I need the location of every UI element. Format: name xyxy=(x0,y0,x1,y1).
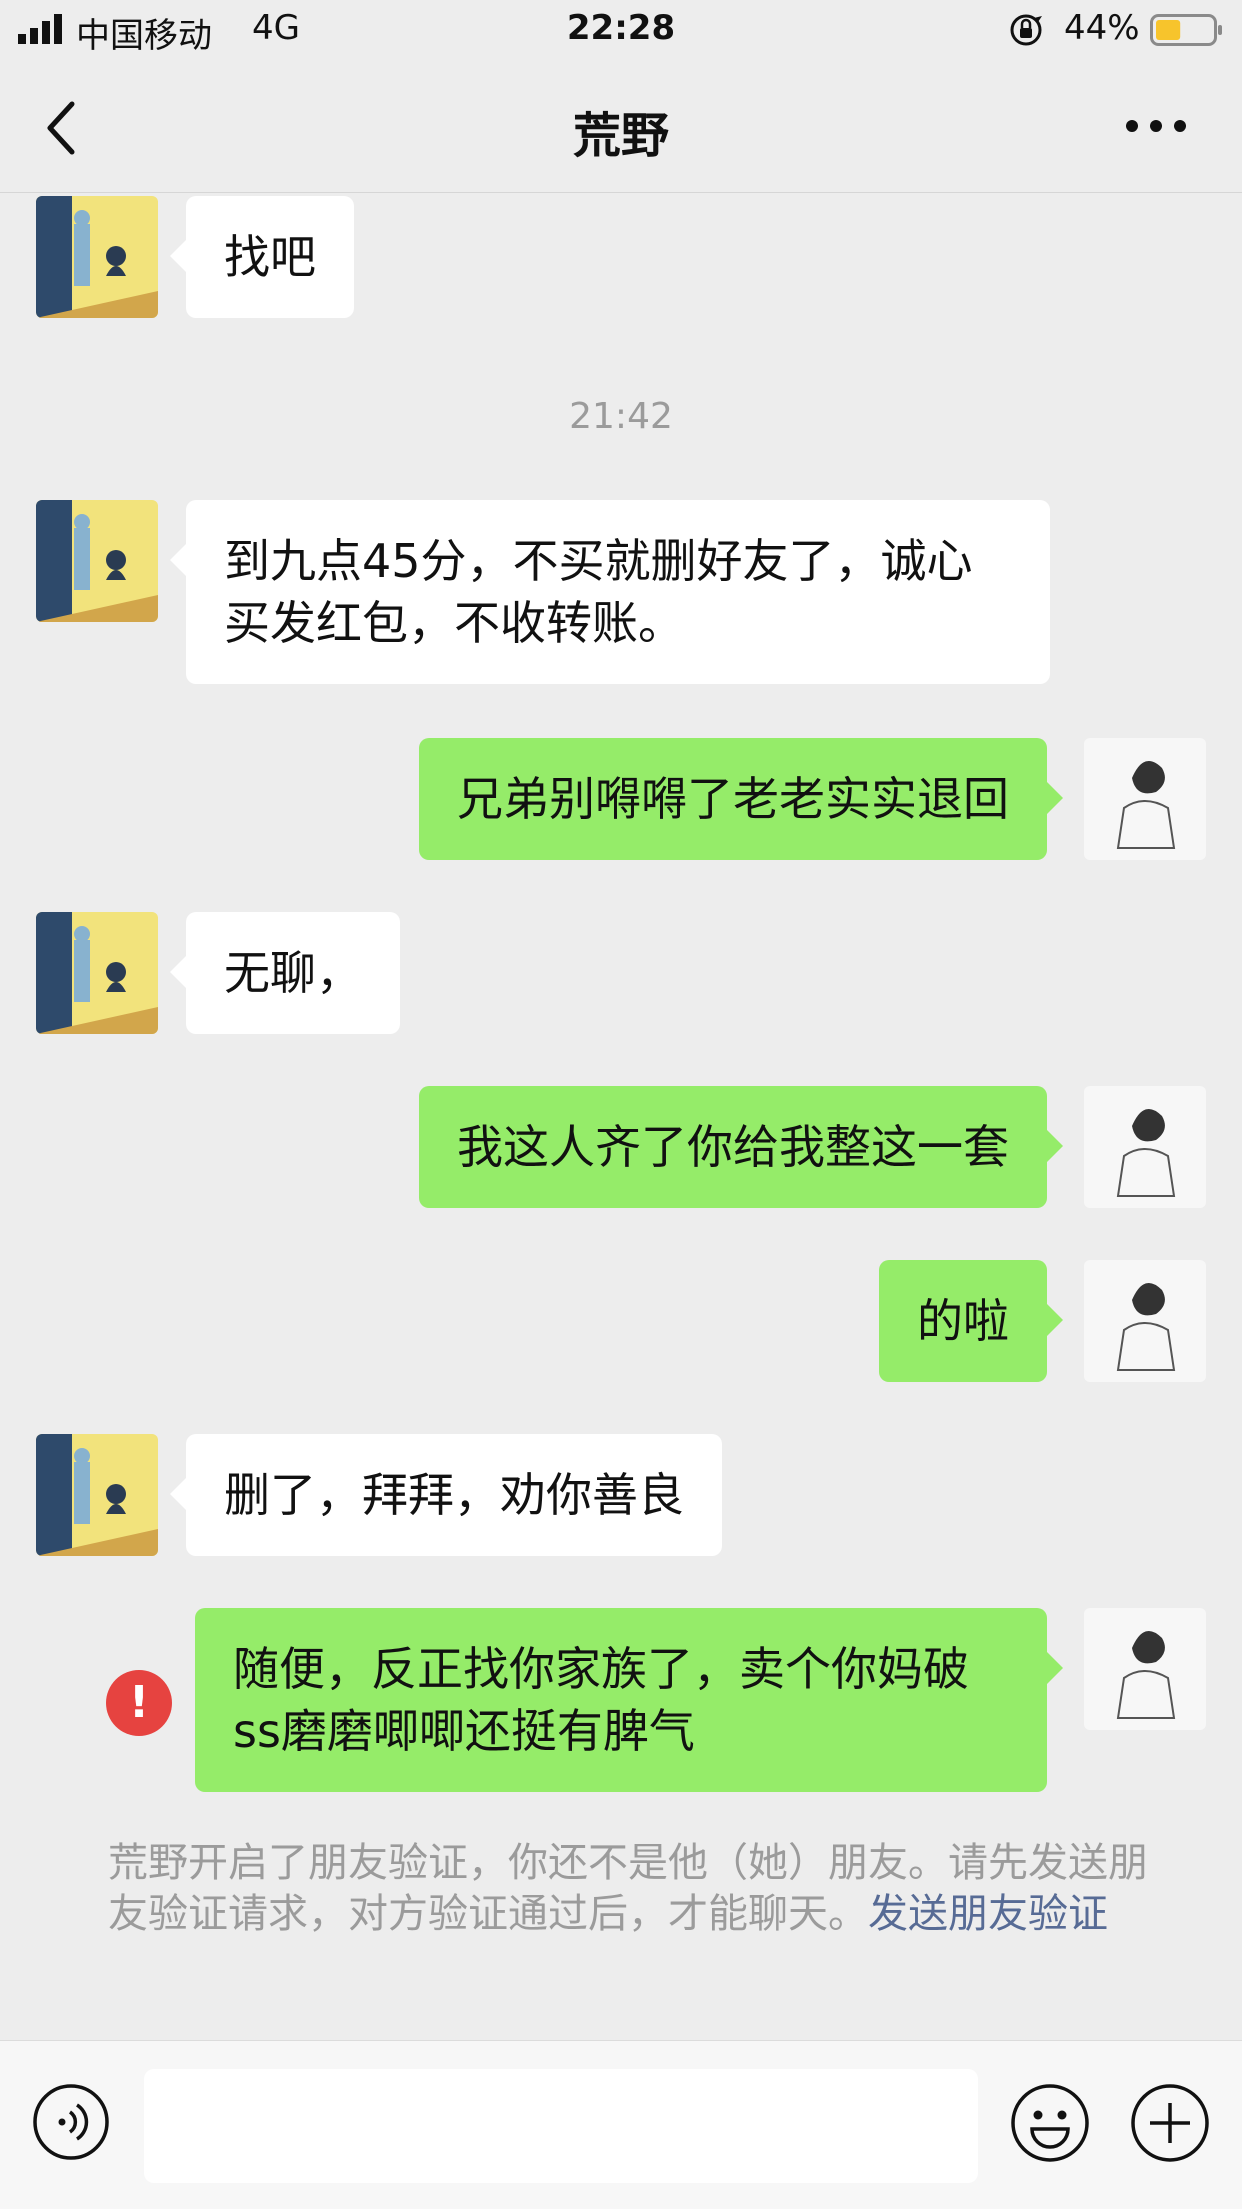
user-avatar[interactable] xyxy=(1084,1260,1206,1382)
status-bar: 中国移动 4G 22:28 44% xyxy=(0,0,1242,62)
nav-bar: 荒野 xyxy=(0,62,1242,193)
voice-icon[interactable] xyxy=(32,2083,110,2161)
input-bar xyxy=(0,2040,1242,2209)
contact-avatar[interactable] xyxy=(36,196,158,318)
battery-percent: 44% xyxy=(1064,8,1140,48)
emoji-icon[interactable] xyxy=(1010,2083,1090,2163)
page-title: 荒野 xyxy=(572,108,669,164)
contact-avatar[interactable] xyxy=(36,912,158,1034)
message-bubble-incoming[interactable]: 删了，拜拜，劝你善良 xyxy=(170,1434,722,1556)
contact-avatar[interactable] xyxy=(36,1434,158,1556)
more-icon[interactable] xyxy=(1124,114,1188,138)
clock: 22:28 xyxy=(566,8,676,48)
friend-verification-notice: 荒野开启了朋友验证，你还不是他（她）朋友。请先发送朋友验证请求，对方验证通过后，… xyxy=(108,1838,1148,1940)
send-verification-link[interactable]: 发送朋友验证 xyxy=(868,1891,1108,1937)
orientation-lock-icon xyxy=(1010,14,1042,46)
send-failed-icon[interactable]: ! xyxy=(106,1670,172,1736)
battery-icon xyxy=(1150,14,1222,46)
message-timestamp: 21:42 xyxy=(569,396,673,437)
message-bubble-outgoing[interactable]: 兄弟别嘚嘚了老老实实退回 xyxy=(419,738,1063,860)
message-bubble-incoming[interactable]: 无聊， xyxy=(170,912,400,1034)
user-avatar[interactable] xyxy=(1084,1086,1206,1208)
message-bubble-incoming[interactable]: 找吧 xyxy=(170,196,354,318)
plus-icon[interactable] xyxy=(1130,2083,1210,2163)
message-bubble-incoming[interactable]: 到九点45分，不买就删好友了，诚心买发红包，不收转账。 xyxy=(170,500,1050,684)
message-input[interactable] xyxy=(144,2069,978,2183)
message-bubble-outgoing[interactable]: 随便，反正找你家族了，卖个你妈破ss磨磨唧唧还挺有脾气 xyxy=(195,1608,1063,1792)
user-avatar[interactable] xyxy=(1084,1608,1206,1730)
message-bubble-outgoing[interactable]: 我这人齐了你给我整这一套 xyxy=(419,1086,1063,1208)
message-bubble-outgoing[interactable]: 的啦 xyxy=(879,1260,1063,1382)
user-avatar[interactable] xyxy=(1084,738,1206,860)
contact-avatar[interactable] xyxy=(36,500,158,622)
